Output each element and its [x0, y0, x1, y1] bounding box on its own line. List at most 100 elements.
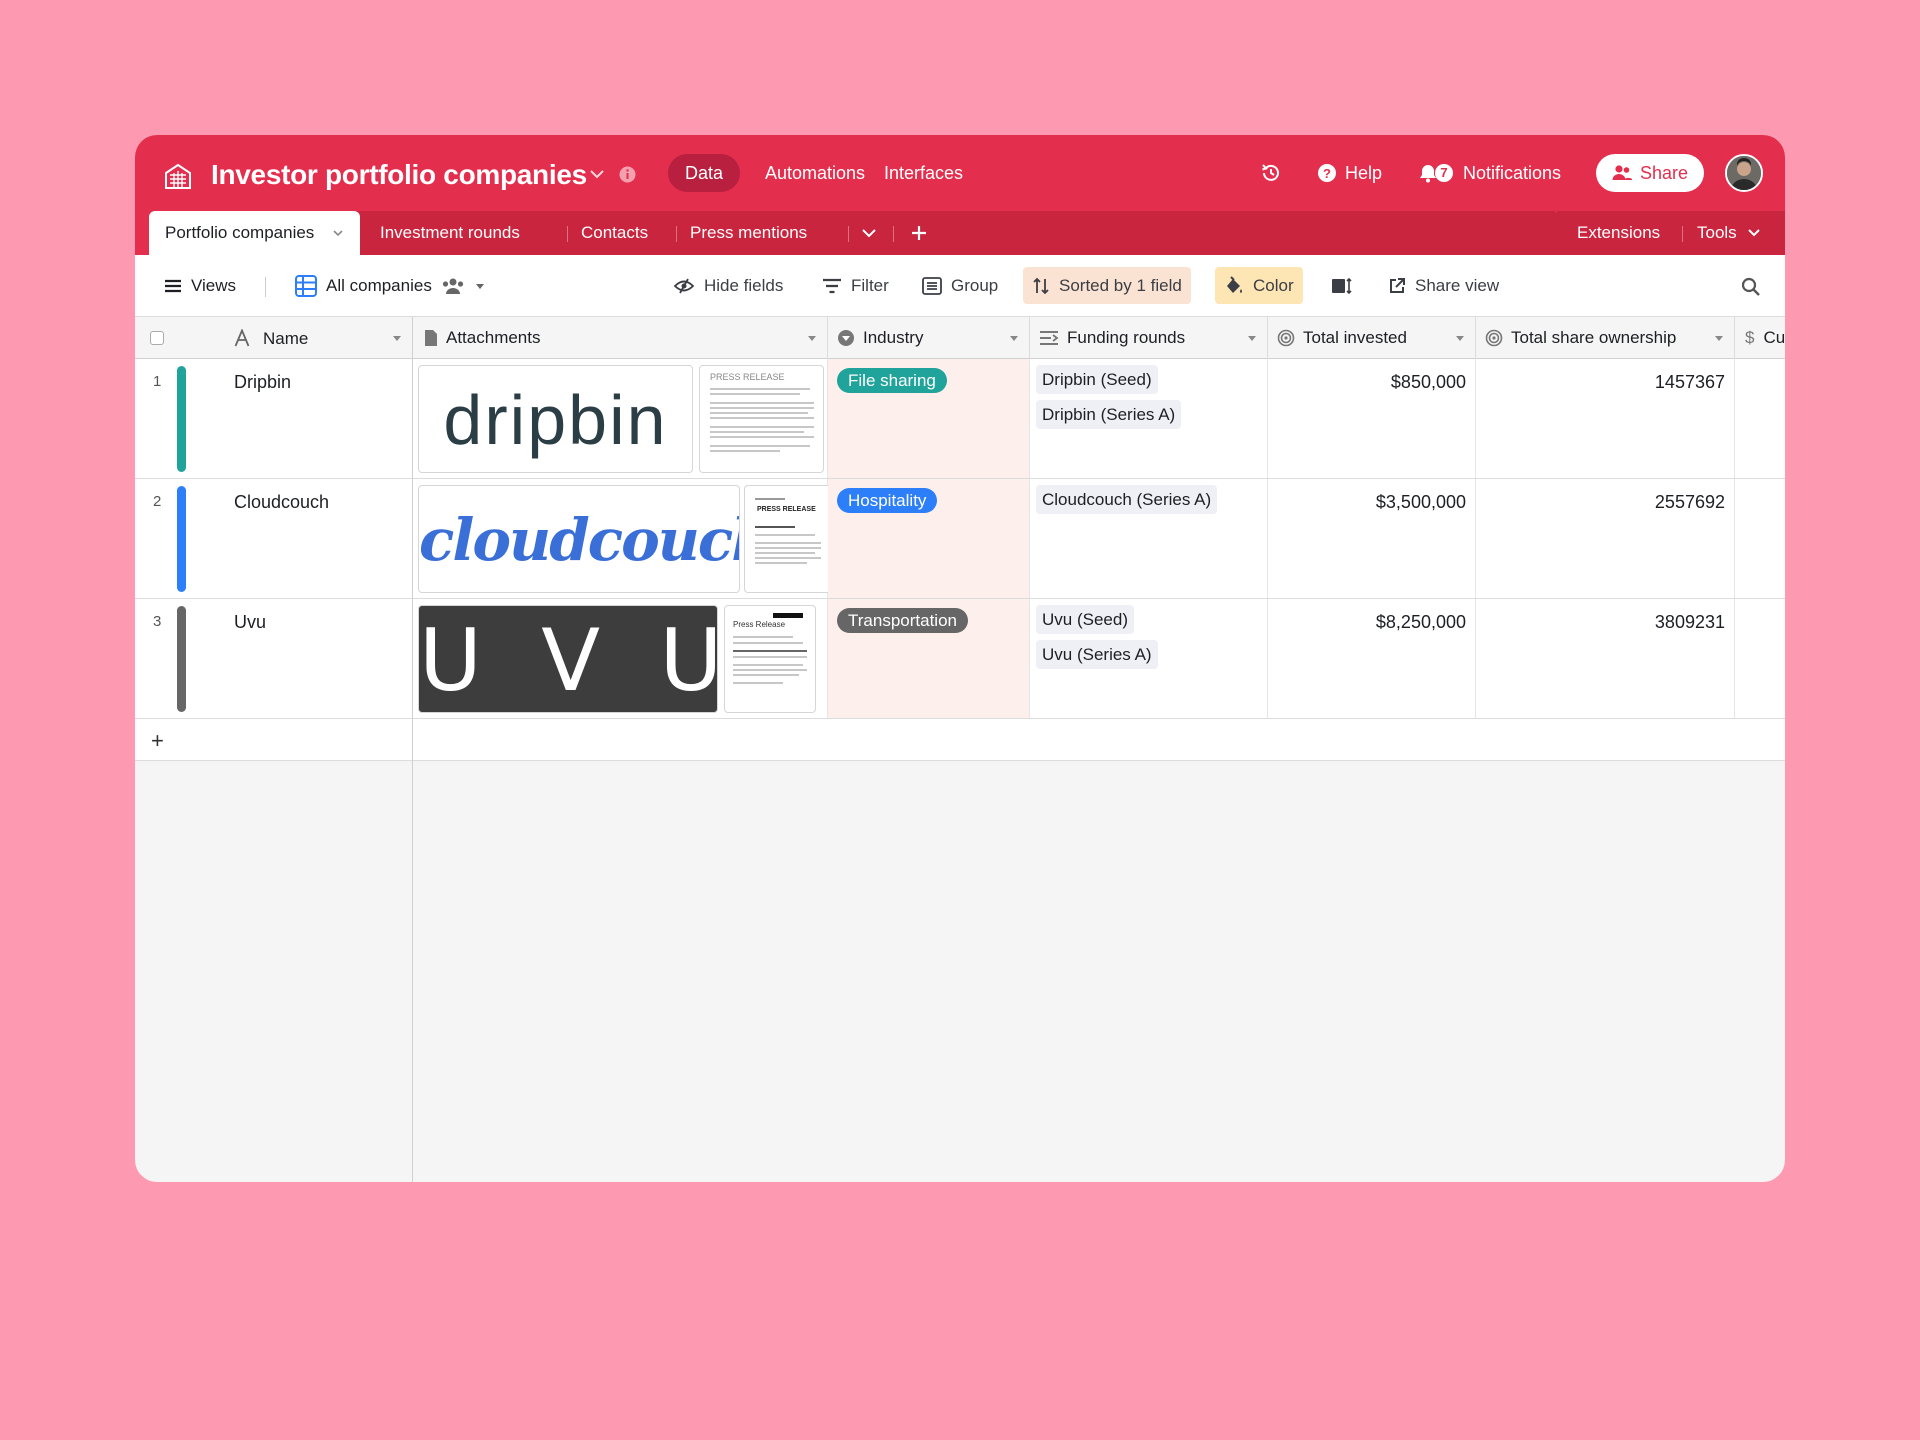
attachments-cell[interactable]: dripbin PRESS RELEASE [414, 359, 828, 478]
funding-rounds-cell[interactable]: Dripbin (Seed) Dripbin (Series A) [1030, 359, 1268, 478]
attachment-press-release-thumbnail[interactable]: PRESS RELEASE [744, 485, 828, 593]
tab-investment-rounds[interactable]: Investment rounds [380, 211, 520, 255]
help-icon: ? [1318, 164, 1336, 182]
column-headers: Name Attachments Industry Funding rounds [135, 317, 1785, 359]
total-invested-cell[interactable]: $8,250,000 [1268, 599, 1476, 718]
nav-interfaces[interactable]: Interfaces [867, 154, 980, 192]
sort-button[interactable]: Sorted by 1 field [1023, 267, 1191, 304]
row-number: 2 [153, 493, 162, 510]
name-column-header[interactable]: Name [135, 317, 413, 359]
total-invested-column-header[interactable]: Total invested [1268, 317, 1476, 359]
group-label: Group [951, 275, 999, 295]
views-button[interactable]: Views [155, 267, 245, 304]
tabbar-right: Extensions Tools [1557, 211, 1785, 255]
total-share-ownership-column-header[interactable]: Total share ownership [1476, 317, 1735, 359]
single-select-field-icon [838, 330, 854, 346]
caret-down-icon[interactable] [807, 334, 817, 342]
share-label: Share [1639, 162, 1689, 183]
column-label: Name [263, 329, 309, 348]
name-cell[interactable]: 3 Uvu [135, 599, 413, 718]
table-row[interactable]: 1 Dripbin dripbin PRESS RELEASE File sha… [135, 359, 1785, 479]
share-ownership-cell[interactable]: 1457367 [1476, 359, 1735, 478]
linked-record-chip[interactable]: Uvu (Series A) [1036, 640, 1158, 669]
linked-record-chip[interactable]: Cloudcouch (Series A) [1036, 485, 1218, 514]
nav-data[interactable]: Data [668, 154, 741, 192]
share-ownership-value: 1457367 [1654, 372, 1725, 392]
attachment-logo-thumbnail[interactable]: dripbin [418, 365, 693, 473]
nav-automations[interactable]: Automations [748, 154, 882, 192]
extensions-button[interactable]: Extensions [1577, 211, 1660, 255]
select-all-checkbox[interactable] [150, 331, 164, 345]
attachment-press-release-thumbnail[interactable]: Press Release [724, 605, 816, 713]
attachments-cell[interactable]: U V U Press Release [414, 599, 828, 718]
add-table-icon[interactable] [911, 225, 927, 241]
base-logo-icon[interactable] [163, 161, 193, 191]
table-row[interactable]: 2 Cloudcouch cloudcouch PRESS RELEASE Ho… [135, 479, 1785, 599]
share-ownership-cell[interactable]: 3809231 [1476, 599, 1735, 718]
attachment-logo-thumbnail[interactable]: cloudcouch [418, 485, 740, 593]
more-tables-chevron-icon[interactable] [861, 226, 877, 240]
caret-down-icon[interactable] [1455, 334, 1465, 342]
share-ownership-cell[interactable]: 2557692 [1476, 479, 1735, 598]
attachment-logo-thumbnail[interactable]: U V U [418, 605, 718, 713]
chevron-down-icon[interactable] [332, 227, 344, 239]
share-view-button[interactable]: Share view [1379, 267, 1508, 304]
record-grid: Name Attachments Industry Funding rounds [135, 317, 1785, 1182]
group-button[interactable]: Group [913, 267, 1007, 304]
attachments-column-header[interactable]: Attachments [414, 317, 828, 359]
base-title[interactable]: Investor portfolio companies [211, 155, 587, 195]
linked-record-chip[interactable]: Dripbin (Seed) [1036, 365, 1158, 394]
notifications-button[interactable]: 7 Notifications [1417, 154, 1561, 192]
attachment-press-release-thumbnail[interactable]: PRESS RELEASE [699, 365, 824, 473]
table-row[interactable]: 3 Uvu U V U Press Release Transportation… [135, 599, 1785, 719]
linked-record-chip[interactable]: Uvu (Seed) [1036, 605, 1134, 634]
view-switcher[interactable]: All companies [286, 267, 495, 304]
chevron-down-icon[interactable] [586, 163, 608, 185]
avatar[interactable] [1725, 154, 1763, 192]
history-button[interactable] [1260, 154, 1282, 192]
row-height-button[interactable] [1322, 267, 1362, 304]
share-button[interactable]: Share [1596, 154, 1704, 192]
notifications-label: Notifications [1463, 163, 1562, 183]
column-label: Cu [1763, 328, 1785, 347]
caret-down-icon[interactable] [392, 334, 402, 342]
search-icon[interactable] [1741, 277, 1761, 297]
caret-down-icon[interactable] [1714, 334, 1724, 342]
share-ownership-value: 2557692 [1654, 492, 1725, 512]
svg-text:?: ? [1323, 166, 1331, 181]
funding-rounds-column-header[interactable]: Funding rounds [1030, 317, 1268, 359]
chevron-down-icon [1747, 229, 1760, 237]
tools-button[interactable]: Tools [1697, 211, 1761, 255]
row-color-bar [177, 606, 186, 712]
info-icon[interactable] [618, 165, 637, 184]
tab-contacts[interactable]: Contacts [581, 211, 648, 255]
attachments-cell[interactable]: cloudcouch PRESS RELEASE [414, 479, 828, 598]
industry-cell[interactable]: Transportation [828, 599, 1030, 718]
add-record-row[interactable]: + [135, 719, 1785, 761]
filter-button[interactable]: Filter [813, 267, 898, 304]
help-button[interactable]: ? Help [1317, 154, 1382, 192]
industry-column-header[interactable]: Industry [828, 317, 1030, 359]
funding-rounds-cell[interactable]: Cloudcouch (Series A) [1030, 479, 1268, 598]
name-cell[interactable]: 1 Dripbin [135, 359, 413, 478]
tab-portfolio-companies[interactable]: Portfolio companies [149, 211, 361, 255]
name-cell[interactable]: 2 Cloudcouch [135, 479, 413, 598]
collaborators-icon [442, 278, 463, 294]
color-button[interactable]: Color [1215, 267, 1303, 304]
add-record-icon[interactable]: + [151, 728, 164, 754]
linked-record-chip[interactable]: Dripbin (Series A) [1036, 400, 1182, 429]
caret-down-icon[interactable] [1009, 334, 1019, 342]
total-invested-cell[interactable]: $850,000 [1268, 359, 1476, 478]
industry-cell[interactable]: Hospitality [828, 479, 1030, 598]
funding-rounds-cell[interactable]: Uvu (Seed) Uvu (Series A) [1030, 599, 1268, 718]
tab-press-mentions[interactable]: Press mentions [690, 211, 807, 255]
hide-fields-button[interactable]: Hide fields [664, 267, 792, 304]
industry-cell[interactable]: File sharing [828, 359, 1030, 478]
history-icon [1262, 164, 1279, 181]
caret-down-icon[interactable] [1247, 334, 1257, 342]
total-invested-cell[interactable]: $3,500,000 [1268, 479, 1476, 598]
column-label: Industry [863, 328, 924, 347]
doc-heading: PRESS RELEASE [757, 506, 816, 513]
currency-column-header[interactable]: $ Cu [1735, 317, 1785, 359]
currency-field-icon: $ [1745, 328, 1755, 347]
